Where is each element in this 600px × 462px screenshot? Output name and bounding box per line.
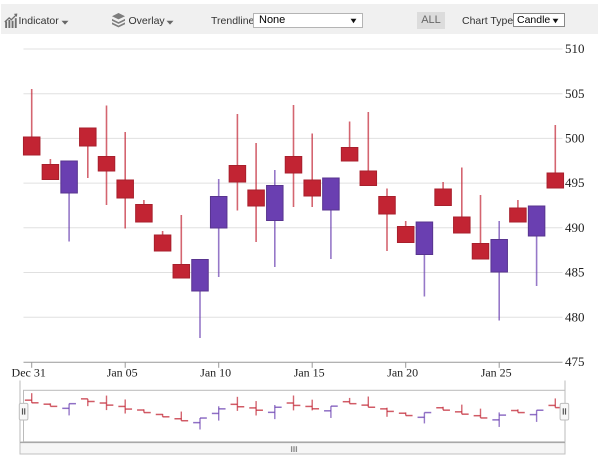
svg-text:480: 480 <box>565 309 585 324</box>
svg-text:475: 475 <box>565 354 585 369</box>
svg-text:Jan 10: Jan 10 <box>200 366 231 380</box>
svg-text:495: 495 <box>565 175 585 190</box>
svg-text:Jan 15: Jan 15 <box>294 366 325 380</box>
svg-text:Dec 31: Dec 31 <box>12 366 46 380</box>
svg-text:505: 505 <box>565 86 585 101</box>
svg-text:Jan 20: Jan 20 <box>387 366 418 380</box>
svg-text:Jan 05: Jan 05 <box>107 366 138 380</box>
svg-text:485: 485 <box>565 265 585 280</box>
svg-text:510: 510 <box>565 41 585 56</box>
svg-text:Jan 25: Jan 25 <box>481 366 512 380</box>
svg-text:490: 490 <box>565 220 585 235</box>
svg-text:500: 500 <box>565 131 585 146</box>
